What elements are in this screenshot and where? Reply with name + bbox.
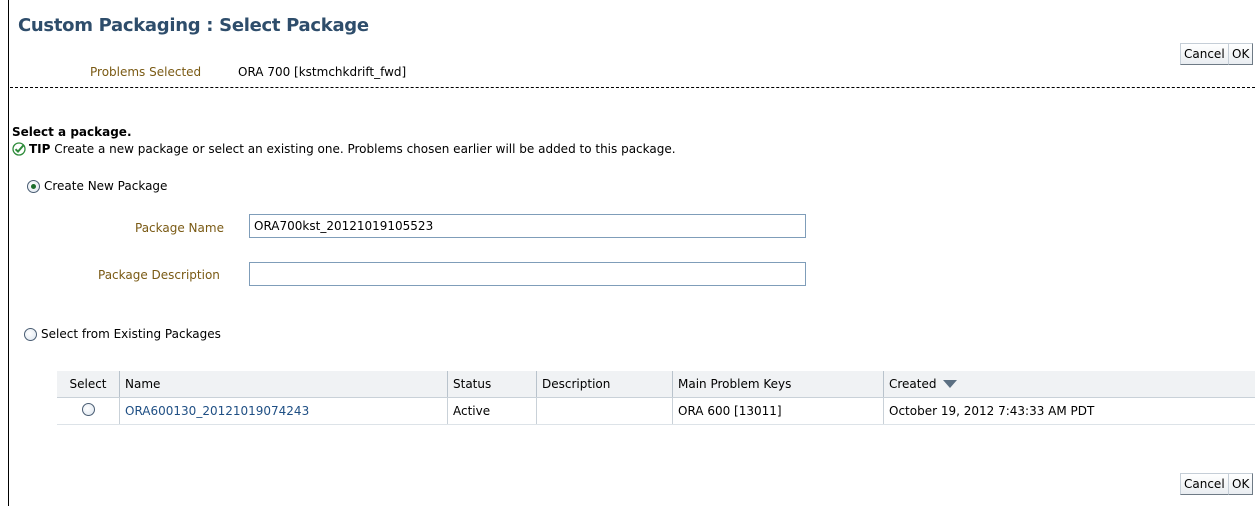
section-divider: [10, 87, 1255, 88]
row-select-radio[interactable]: [81, 403, 95, 416]
page-frame-border: [8, 0, 9, 506]
package-name-link[interactable]: ORA600130_20121019074243: [125, 404, 309, 418]
package-description-label: Package Description: [98, 268, 220, 282]
tip-message: Create a new package or select an existi…: [54, 142, 676, 156]
packages-table: Select Name Status Description Main Prob…: [57, 371, 1255, 425]
row-description-cell: [536, 397, 673, 425]
select-existing-package-option[interactable]: Select from Existing Packages: [24, 327, 221, 341]
column-header-main-problem-keys[interactable]: Main Problem Keys: [672, 371, 884, 398]
column-header-description[interactable]: Description: [536, 371, 673, 398]
create-new-package-option[interactable]: Create New Package: [27, 179, 167, 193]
row-main-problem-keys-cell: ORA 600 [13011]: [672, 397, 884, 425]
cancel-button-top[interactable]: Cancel: [1180, 43, 1229, 65]
column-header-created-label: Created: [889, 376, 937, 391]
page-title: Custom Packaging : Select Package: [18, 15, 369, 36]
package-name-input[interactable]: [249, 214, 806, 238]
tip-text-block: TIP Create a new package or select an ex…: [12, 142, 676, 159]
column-header-created[interactable]: Created: [883, 371, 1255, 398]
row-select-cell: [57, 397, 120, 425]
package-name-label: Package Name: [135, 221, 224, 235]
package-description-input[interactable]: [249, 262, 806, 286]
table-header-row: Select Name Status Description Main Prob…: [57, 371, 1255, 398]
create-new-package-radio[interactable]: [27, 179, 40, 193]
column-header-name[interactable]: Name: [119, 371, 448, 398]
create-new-package-label: Create New Package: [44, 179, 168, 193]
ok-button-top[interactable]: OK: [1228, 43, 1254, 65]
section-title: Select a package.: [12, 125, 132, 139]
column-header-status[interactable]: Status: [447, 371, 537, 398]
row-status-cell: Active: [447, 397, 537, 425]
select-existing-package-radio[interactable]: [24, 327, 37, 341]
checkmark-tip-icon: [12, 142, 26, 159]
table-row: ORA600130_20121019074243 Active ORA 600 …: [57, 397, 1255, 425]
select-existing-package-label: Select from Existing Packages: [41, 327, 221, 341]
ok-button-bottom[interactable]: OK: [1228, 473, 1254, 495]
problems-selected-label: Problems Selected: [90, 65, 202, 79]
problems-selected-value: ORA 700 [kstmchkdrift_fwd]: [238, 65, 407, 79]
cancel-button-bottom[interactable]: Cancel: [1180, 473, 1229, 495]
row-created-cell: October 19, 2012 7:43:33 AM PDT: [883, 397, 1255, 425]
sort-descending-icon[interactable]: [942, 377, 957, 391]
column-header-select: Select: [57, 371, 120, 398]
tip-label: TIP: [29, 142, 51, 156]
row-name-cell: ORA600130_20121019074243: [119, 397, 448, 425]
